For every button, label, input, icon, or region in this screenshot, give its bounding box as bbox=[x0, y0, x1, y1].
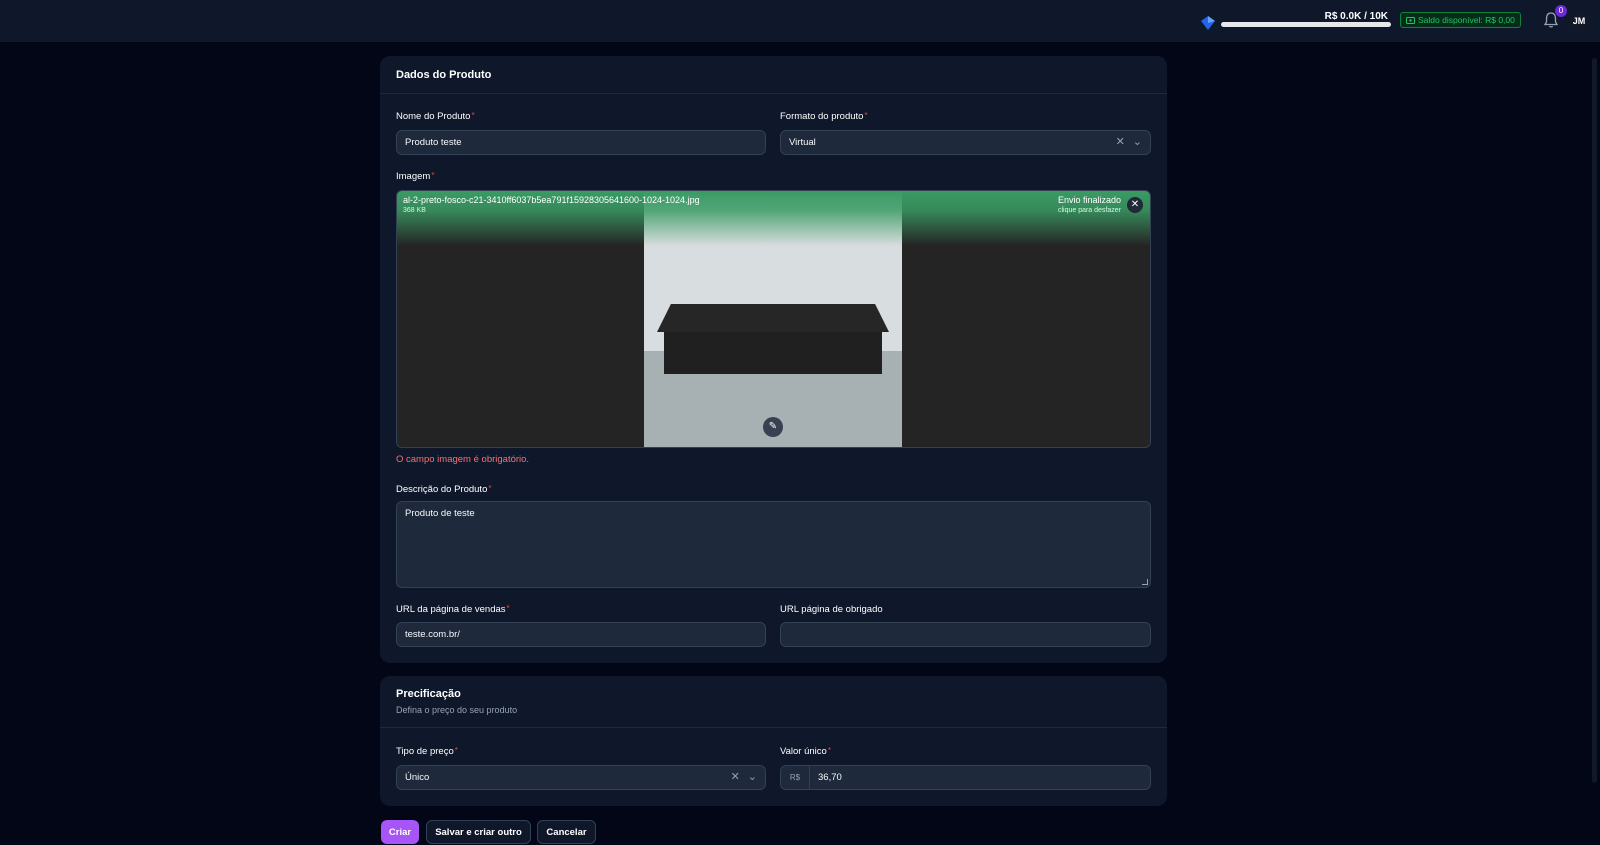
sales-progress-label: R$ 0.0K / 10K bbox=[1324, 11, 1388, 22]
notification-count-badge: 0 bbox=[1555, 5, 1567, 17]
description-label: Descrição do Produto* bbox=[396, 484, 492, 495]
close-icon[interactable]: ✕ bbox=[1127, 197, 1143, 213]
upload-status: Envio finalizado bbox=[1057, 195, 1121, 205]
required-marker: * bbox=[454, 746, 458, 755]
clear-icon[interactable]: ✕ bbox=[731, 772, 740, 783]
single-value: 36,70 bbox=[818, 772, 842, 783]
product-format-select[interactable]: Virtual ✕ ⌄ bbox=[780, 130, 1151, 155]
chevron-down-icon[interactable]: ⌄ bbox=[748, 772, 757, 783]
sales-url-value: teste.com.br/ bbox=[405, 629, 460, 640]
thanks-url-label: URL página de obrigado bbox=[780, 604, 883, 615]
price-type-value: Único bbox=[405, 772, 430, 783]
gem-icon bbox=[1201, 16, 1215, 30]
pricing-card-header: Precificação Defina o preço do seu produ… bbox=[380, 676, 1167, 728]
required-marker: * bbox=[488, 484, 492, 493]
description-value: Produto de teste bbox=[405, 508, 475, 519]
uploaded-file-name: al-2-preto-fosco-c21-3410ff6037b5ea791f1… bbox=[403, 195, 700, 205]
image-error-message: O campo imagem é obrigatório. bbox=[396, 454, 530, 465]
required-marker: * bbox=[506, 604, 510, 613]
product-name-input[interactable]: Produto teste bbox=[396, 130, 766, 155]
price-type-select[interactable]: Único ✕ ⌄ bbox=[396, 765, 766, 790]
uploaded-file-size: 368 KB bbox=[403, 207, 426, 214]
description-textarea[interactable]: Produto de teste bbox=[396, 501, 1151, 588]
currency-prefix: R$ bbox=[781, 766, 810, 789]
avatar[interactable]: JM bbox=[1568, 10, 1590, 32]
product-format-value: Virtual bbox=[789, 137, 816, 148]
required-marker: * bbox=[431, 171, 435, 180]
product-name-label: Nome do Produto* bbox=[396, 111, 475, 122]
upload-undo-hint[interactable]: clique para desfazer bbox=[1058, 207, 1121, 214]
top-bar: R$ 0.0K / 10K Saldo disponível: R$ 0,00 … bbox=[0, 0, 1600, 42]
product-name-value: Produto teste bbox=[405, 137, 462, 148]
chevron-down-icon[interactable]: ⌄ bbox=[1133, 137, 1142, 148]
resize-handle[interactable] bbox=[1142, 579, 1148, 585]
balance-badge[interactable]: Saldo disponível: R$ 0,00 bbox=[1400, 12, 1521, 28]
required-marker: * bbox=[827, 746, 831, 755]
image-label: Imagem* bbox=[396, 171, 435, 182]
single-value-label: Valor único* bbox=[780, 746, 831, 757]
sales-progress-bar bbox=[1221, 22, 1391, 27]
scrollbar-thumb[interactable] bbox=[1592, 58, 1597, 783]
clear-icon[interactable]: ✕ bbox=[1116, 137, 1125, 148]
product-format-label: Formato do produto* bbox=[780, 111, 868, 122]
sales-url-label: URL da página de vendas* bbox=[396, 604, 510, 615]
image-upload-dropzone[interactable]: ✎ al-2-preto-fosco-c21-3410ff6037b5ea791… bbox=[396, 190, 1151, 448]
box-body-shape bbox=[664, 332, 882, 374]
thanks-url-input[interactable] bbox=[780, 622, 1151, 647]
required-marker: * bbox=[471, 111, 475, 120]
box-lid-shape bbox=[657, 304, 889, 332]
product-section-title: Dados do Produto bbox=[396, 68, 492, 81]
sales-url-input[interactable]: teste.com.br/ bbox=[396, 622, 766, 647]
pencil-icon[interactable]: ✎ bbox=[763, 417, 783, 437]
create-button[interactable]: Criar bbox=[381, 820, 419, 844]
balance-label: Saldo disponível: R$ 0,00 bbox=[1418, 15, 1515, 25]
pricing-section-title: Precificação bbox=[396, 688, 461, 700]
single-value-input[interactable]: R$ 36,70 bbox=[780, 765, 1151, 790]
required-marker: * bbox=[864, 111, 868, 120]
save-create-another-button[interactable]: Salvar e criar outro bbox=[426, 820, 531, 844]
price-type-label: Tipo de preço* bbox=[396, 746, 458, 757]
cancel-button[interactable]: Cancelar bbox=[537, 820, 596, 844]
pricing-section-subtitle: Defina o preço do seu produto bbox=[396, 705, 518, 715]
wallet-icon bbox=[1406, 16, 1415, 24]
product-card-header: Dados do Produto bbox=[380, 56, 1167, 94]
